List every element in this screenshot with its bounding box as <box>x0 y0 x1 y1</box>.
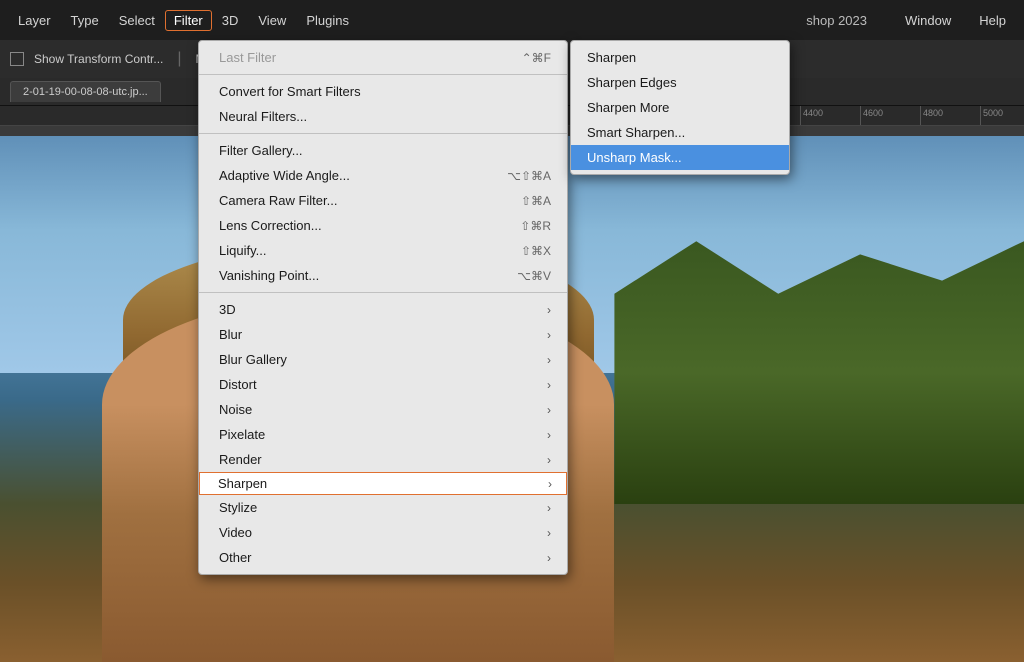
filter-separator-2 <box>199 133 567 134</box>
menu-view[interactable]: View <box>248 9 296 32</box>
menu-neural[interactable]: Neural Filters... <box>199 104 567 129</box>
menu-noise[interactable]: Noise › <box>199 397 567 422</box>
menu-convert-smart[interactable]: Convert for Smart Filters <box>199 79 567 104</box>
menu-distort[interactable]: Distort › <box>199 372 567 397</box>
filter-separator-3 <box>199 292 567 293</box>
ruler-tick-5000: 5000 <box>980 106 1024 125</box>
filter-menu[interactable]: Last Filter ⌃⌘F Convert for Smart Filter… <box>198 40 568 575</box>
menu-filter[interactable]: Filter <box>165 10 212 31</box>
menu-lens-correction[interactable]: Lens Correction... ⇧⌘R <box>199 213 567 238</box>
menu-type[interactable]: Type <box>61 9 109 32</box>
menu-last-filter[interactable]: Last Filter ⌃⌘F <box>199 45 567 70</box>
menu-3d[interactable]: 3D › <box>199 297 567 322</box>
menu-adaptive-wide[interactable]: Adaptive Wide Angle... ⌥⇧⌘A <box>199 163 567 188</box>
ruler-tick-4800: 4800 <box>920 106 980 125</box>
ruler-tick-4400: 4400 <box>800 106 860 125</box>
menu-video[interactable]: Video › <box>199 520 567 545</box>
menu-filter-gallery[interactable]: Filter Gallery... <box>199 138 567 163</box>
submenu-smart-sharpen[interactable]: Smart Sharpen... <box>571 120 789 145</box>
submenu-sharpen[interactable]: Sharpen <box>571 45 789 70</box>
menu-other[interactable]: Other › <box>199 545 567 570</box>
sharpen-submenu[interactable]: Sharpen Sharpen Edges Sharpen More Smart… <box>570 40 790 175</box>
photo-trees <box>614 241 1024 504</box>
menu-3d[interactable]: 3D <box>212 9 249 32</box>
menu-sharpen[interactable]: Sharpen › <box>199 472 567 495</box>
toolbar-separator: | <box>177 50 181 68</box>
menu-plugins[interactable]: Plugins <box>296 9 359 32</box>
transform-controls-checkbox[interactable] <box>10 52 24 66</box>
menu-stylize[interactable]: Stylize › <box>199 495 567 520</box>
ruler-tick-4600: 4600 <box>860 106 920 125</box>
menu-camera-raw[interactable]: Camera Raw Filter... ⇧⌘A <box>199 188 567 213</box>
menu-window[interactable]: Window <box>895 9 961 32</box>
menu-layer[interactable]: Layer <box>8 9 61 32</box>
menu-liquify[interactable]: Liquify... ⇧⌘X <box>199 238 567 263</box>
submenu-sharpen-edges[interactable]: Sharpen Edges <box>571 70 789 95</box>
app-title: shop 2023 <box>806 13 867 28</box>
menu-blur[interactable]: Blur › <box>199 322 567 347</box>
submenu-sharpen-more[interactable]: Sharpen More <box>571 95 789 120</box>
menubar: Layer Type Select Filter 3D View Plugins… <box>0 0 1024 40</box>
menu-pixelate[interactable]: Pixelate › <box>199 422 567 447</box>
filter-separator-1 <box>199 74 567 75</box>
menu-vanishing-point[interactable]: Vanishing Point... ⌥⌘V <box>199 263 567 288</box>
menu-select[interactable]: Select <box>109 9 165 32</box>
file-tab[interactable]: 2-01-19-00-08-08-utc.jp... <box>10 81 161 102</box>
menubar-right: shop 2023 Window Help <box>806 9 1016 32</box>
menu-help[interactable]: Help <box>969 9 1016 32</box>
transform-controls-label: Show Transform Contr... <box>34 52 163 66</box>
menu-blur-gallery[interactable]: Blur Gallery › <box>199 347 567 372</box>
menu-render[interactable]: Render › <box>199 447 567 472</box>
submenu-unsharp-mask[interactable]: Unsharp Mask... <box>571 145 789 170</box>
